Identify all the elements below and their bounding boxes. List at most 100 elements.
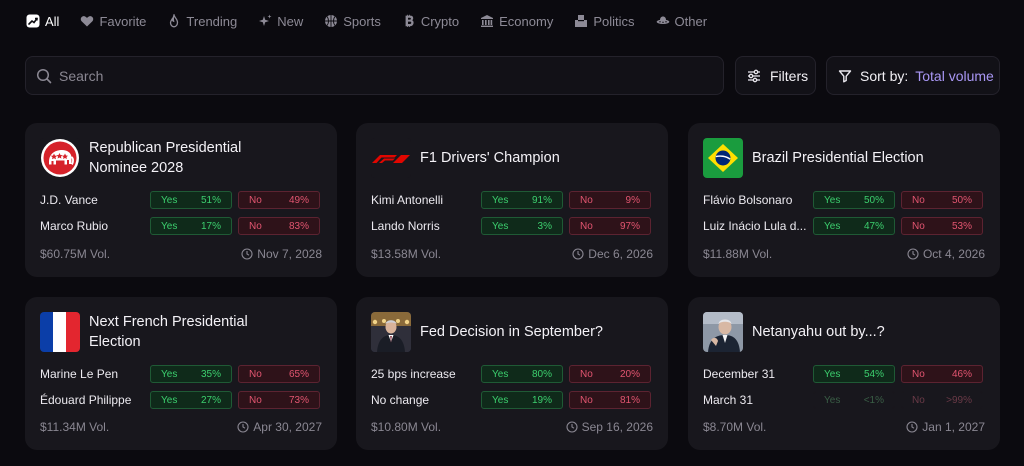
yes-label: Yes [824,220,841,232]
card-header[interactable]: Republican Presidential Nominee 2028 [40,138,279,178]
outcome-name: No change [371,393,430,407]
filters-button[interactable]: Filters [735,56,816,95]
yes-price: 47% [863,220,884,232]
tab-crypto[interactable]: Crypto [402,14,459,29]
yes-label: Yes [161,368,178,380]
buy-no-button[interactable]: No 53% [901,217,983,235]
market-card[interactable]: Next French Presidential Election Marine … [25,297,337,450]
buy-no-button[interactable]: No 9% [569,191,651,209]
market-card[interactable]: Netanyahu out by...? December 31 Yes 54% No 4… [688,297,1000,450]
buy-yes-button[interactable]: Yes <1% [813,391,895,409]
outcome-name: 25 bps increase [371,367,456,381]
buy-no-button[interactable]: No >99% [901,391,983,409]
tab-other[interactable]: Other [656,13,708,29]
buy-no-button[interactable]: No 46% [901,365,983,383]
yes-label: Yes [492,394,509,406]
tab-label: Other [674,13,708,29]
buy-yes-button[interactable]: Yes 27% [150,391,232,409]
no-label: No [249,394,262,406]
basketball-icon [325,15,338,27]
sort-button[interactable]: Sort by: Total volume [826,56,1000,95]
tab-politics[interactable]: Politics [574,14,635,29]
end-date: Oct 4, 2026 [907,247,985,261]
no-price: 53% [951,220,972,232]
card-header[interactable]: Next French Presidential Election [40,312,279,352]
card-header[interactable]: Brazil Presidential Election [703,138,942,178]
sort-funnel-icon [838,69,852,82]
buy-no-button[interactable]: No 97% [569,217,651,235]
tab-favorite[interactable]: Favorite [80,14,146,29]
buy-no-button[interactable]: No 65% [238,365,320,383]
sparkles-icon [259,14,272,26]
no-price: 65% [288,368,309,380]
buy-yes-button[interactable]: Yes 47% [813,217,895,235]
clock-icon [906,421,918,433]
market-title[interactable]: Republican Presidential Nominee 2028 [89,138,279,178]
outcome-name: Lando Norris [371,219,440,233]
end-date-text: Nov 7, 2028 [257,247,322,261]
outcome-row: Luiz Inácio Lula d... Yes 47% No 53% [703,217,985,235]
buy-no-button[interactable]: No 73% [238,391,320,409]
market-title[interactable]: F1 Drivers' Champion [420,148,610,168]
clock-icon [907,248,919,260]
yes-price: 19% [531,394,552,406]
tab-trending[interactable]: Trending [167,14,237,29]
outcome-row: J.D. Vance Yes 51% No 49% [40,191,322,209]
buy-no-button[interactable]: No 20% [569,365,651,383]
search-bar[interactable] [25,56,724,95]
market-title[interactable]: Netanyahu out by...? [752,322,942,342]
search-input[interactable] [59,67,679,84]
buy-yes-button[interactable]: Yes 50% [813,191,895,209]
outcome-row: December 31 Yes 54% No 46% [703,365,985,383]
buy-yes-button[interactable]: Yes 51% [150,191,232,209]
card-header[interactable]: Fed Decision in September? [371,312,610,352]
market-title[interactable]: Next French Presidential Election [89,312,279,352]
no-price: 20% [619,368,640,380]
tab-label: New [277,13,304,29]
tab-all[interactable]: All [26,14,59,29]
buy-yes-button[interactable]: Yes 35% [150,365,232,383]
buy-yes-button[interactable]: Yes 17% [150,217,232,235]
volume-text: $13.58M Vol. [371,247,442,261]
no-label: No [580,194,593,206]
buy-yes-button[interactable]: Yes 54% [813,365,895,383]
outcome-name: December 31 [703,367,776,381]
buy-yes-button[interactable]: Yes 80% [481,365,563,383]
end-date-text: Oct 4, 2026 [922,247,985,261]
yes-label: Yes [161,220,178,232]
market-card[interactable]: Fed Decision in September? 25 bps increas… [356,297,668,450]
buy-yes-button[interactable]: Yes 3% [481,217,563,235]
brazil-flag-icon [703,138,743,178]
tab-sports[interactable]: Sports [324,14,381,29]
tab-economy[interactable]: Economy [480,14,553,29]
no-label: No [249,220,262,232]
buy-no-button[interactable]: No 50% [901,191,983,209]
yes-label: Yes [492,368,509,380]
market-card[interactable]: Brazil Presidential Election Flávio Bolso… [688,123,1000,277]
no-price: >99% [946,394,972,406]
buy-no-button[interactable]: No 81% [569,391,651,409]
buy-yes-button[interactable]: Yes 91% [481,191,563,209]
tab-label: Favorite [99,13,147,29]
yes-label: Yes [161,394,178,406]
volume-text: $60.75M Vol. [40,247,111,261]
end-date-text: Sep 16, 2026 [581,420,653,434]
no-label: No [912,220,925,232]
card-header[interactable]: Netanyahu out by...? [703,312,942,352]
clock-icon [572,248,584,260]
market-title[interactable]: Fed Decision in September? [420,322,610,342]
volume-text: $11.88M Vol. [703,247,773,261]
buy-no-button[interactable]: No 83% [238,217,320,235]
bank-icon [481,15,494,27]
tab-new[interactable]: New [258,14,303,29]
market-title[interactable]: Brazil Presidential Election [752,148,942,168]
buy-no-button[interactable]: No 49% [238,191,320,209]
card-header[interactable]: F1 Drivers' Champion [371,138,610,178]
tab-label: All [45,13,60,29]
ballot-box-icon [575,15,588,27]
trending-chart-icon [26,14,40,28]
buy-yes-button[interactable]: Yes 19% [481,391,563,409]
sliders-icon [748,69,760,82]
market-card[interactable]: Republican Presidential Nominee 2028 J.D.… [25,123,337,277]
market-card[interactable]: F1 Drivers' Champion Kimi Antonelli Yes 91%… [356,123,668,277]
